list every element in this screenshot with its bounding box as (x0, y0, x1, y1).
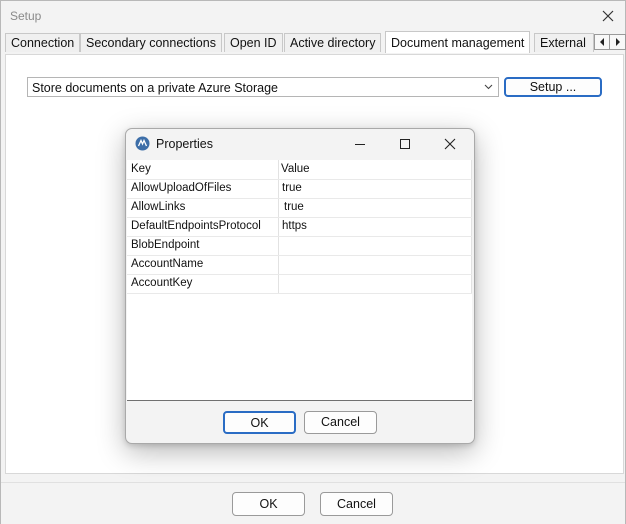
table-row[interactable]: DefaultEndpointsProtocol https (127, 217, 472, 237)
tab-external[interactable]: External (534, 33, 594, 52)
tab-label: Secondary connections (86, 36, 216, 50)
property-key: AccountName (131, 258, 204, 270)
properties-grid: Key Value AllowUploadOfFiles true AllowL… (127, 160, 472, 401)
tab-scroll-right-button[interactable] (609, 34, 626, 50)
tab-secondary-connections[interactable]: Secondary connections (80, 33, 222, 52)
table-row[interactable]: AccountName (127, 255, 472, 275)
tab-open-id[interactable]: Open ID (224, 33, 283, 52)
tab-label: Active directory (290, 36, 376, 50)
minimize-icon[interactable] (352, 136, 368, 152)
setup-button[interactable]: Setup ... (504, 77, 602, 97)
close-icon[interactable] (442, 136, 458, 152)
key-column-header: Key (131, 163, 151, 175)
close-icon[interactable] (601, 9, 615, 23)
properties-dialog: Properties Key Value AllowUploadOfFiles … (125, 128, 475, 444)
maximize-icon[interactable] (397, 136, 413, 152)
tab-document-management[interactable]: Document management (385, 31, 531, 53)
property-key: BlobEndpoint (131, 239, 200, 251)
arrow-left-icon (600, 38, 604, 46)
dialog-cancel-button[interactable]: Cancel (304, 411, 377, 434)
table-row[interactable]: AllowLinks true (127, 198, 472, 218)
property-key: DefaultEndpointsProtocol (131, 220, 261, 232)
property-key: AccountKey (131, 277, 193, 289)
footer-bar: OK Cancel (1, 482, 625, 524)
property-value[interactable]: https (282, 220, 307, 232)
table-row[interactable]: AllowUploadOfFiles true (127, 179, 472, 199)
table-row[interactable]: BlobEndpoint (127, 236, 472, 256)
table-row[interactable]: AccountKey (127, 274, 472, 294)
storage-type-value: Store documents on a private Azure Stora… (32, 81, 278, 95)
cancel-button[interactable]: Cancel (320, 492, 393, 516)
property-key: AllowLinks (131, 201, 186, 213)
property-value[interactable]: true (284, 201, 304, 213)
arrow-right-icon (616, 38, 620, 46)
app-logo-icon (135, 136, 150, 151)
tab-active-directory[interactable]: Active directory (284, 33, 382, 52)
tab-label: Document management (391, 36, 525, 50)
storage-type-select[interactable]: Store documents on a private Azure Stora… (27, 77, 499, 97)
title-bar: Setup (1, 1, 625, 31)
chevron-down-icon (484, 84, 493, 90)
property-value[interactable]: true (282, 182, 302, 194)
value-column-header: Value (281, 163, 310, 175)
dialog-title: Properties (156, 137, 213, 151)
dialog-ok-button[interactable]: OK (223, 411, 296, 434)
tab-strip: Connection Secondary connections Open ID… (5, 31, 626, 53)
window-title: Setup (10, 9, 42, 23)
ok-button[interactable]: OK (232, 492, 305, 516)
tab-label: Connection (11, 36, 75, 50)
tab-connection[interactable]: Connection (5, 33, 81, 52)
tab-label: External (540, 36, 586, 50)
tab-label: Open ID (230, 36, 277, 50)
grid-header-row: Key Value (127, 160, 472, 180)
dialog-title-bar: Properties (126, 129, 474, 159)
property-key: AllowUploadOfFiles (131, 182, 232, 194)
